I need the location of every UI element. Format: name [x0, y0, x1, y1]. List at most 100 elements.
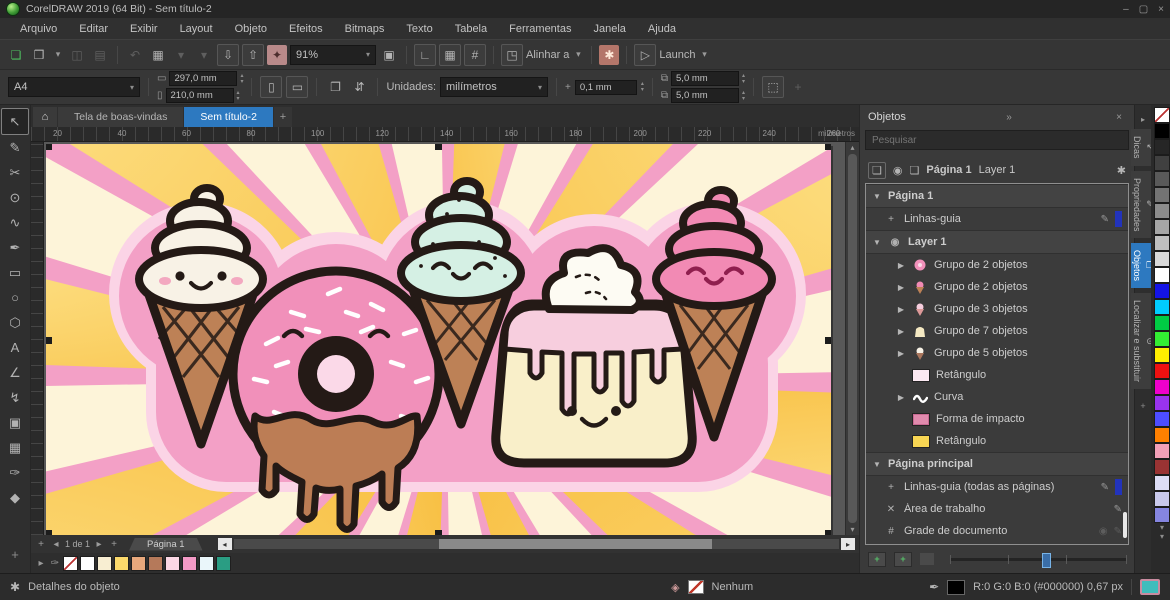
color-swatch[interactable]: [1154, 139, 1170, 155]
canvas-backdrop[interactable]: [44, 142, 845, 535]
color-swatch[interactable]: [1154, 171, 1170, 187]
landscape-orientation-icon[interactable]: ▭: [286, 76, 308, 98]
paste-icon[interactable]: ▦: [148, 45, 168, 65]
tree-row-desktop[interactable]: ✕ Área de trabalho ✎: [866, 498, 1128, 520]
expand-icon[interactable]: ▼: [872, 238, 882, 247]
propbar-add-icon[interactable]: +: [788, 77, 808, 97]
tree-row-rectangle[interactable]: Retângulo: [866, 430, 1128, 452]
show-rulers-icon[interactable]: ∟: [414, 44, 436, 66]
color-swatch[interactable]: [1154, 443, 1170, 459]
tree-row-group[interactable]: ▶ Grupo de 2 objetos: [866, 276, 1128, 298]
horizontal-scrollbar[interactable]: ◂ ▸: [218, 538, 855, 550]
page-width-field[interactable]: 297,0 mm: [169, 71, 237, 86]
menu-objeto[interactable]: Objeto: [225, 21, 277, 37]
next-page-button[interactable]: ▸: [93, 539, 105, 550]
tree-row-document-grid[interactable]: # Grade de documento ◉ ✎: [866, 520, 1128, 542]
edit-pencil-icon[interactable]: ✎: [1114, 504, 1122, 515]
collapse-icon[interactable]: ▶: [896, 349, 906, 358]
width-stepper[interactable]: ▴▾: [240, 73, 243, 85]
transparency-tool[interactable]: ▣: [2, 410, 28, 435]
snap-off-icon[interactable]: ◳: [501, 44, 523, 66]
edit-pencil-icon[interactable]: ✎: [1101, 482, 1109, 493]
menu-editar[interactable]: Editar: [69, 21, 118, 37]
units-combo[interactable]: milímetros ▾: [440, 77, 548, 97]
color-swatch[interactable]: [1154, 379, 1170, 395]
dimension-tool[interactable]: ∠: [2, 360, 28, 385]
page-icon[interactable]: ❏: [909, 164, 919, 177]
eye-icon[interactable]: ◉: [1099, 526, 1108, 537]
vertical-ruler[interactable]: [31, 142, 44, 535]
page-height-field[interactable]: 210,0 mm: [166, 88, 234, 103]
tree-row-rectangle[interactable]: Retângulo: [866, 364, 1128, 386]
horizontal-scroll-thumb[interactable]: [439, 539, 711, 549]
color-swatch[interactable]: [1154, 475, 1170, 491]
objects-search-input[interactable]: [865, 130, 1129, 150]
menu-bitmaps[interactable]: Bitmaps: [335, 21, 395, 37]
collapse-icon[interactable]: ▶: [896, 283, 906, 292]
pick-tool[interactable]: ↖: [1, 108, 29, 135]
nudge-stepper[interactable]: ▴▾: [641, 81, 644, 93]
eye-icon[interactable]: ◉: [888, 237, 902, 248]
freehand-tool[interactable]: ∿: [2, 210, 28, 235]
menu-exibir[interactable]: Exibir: [120, 21, 168, 37]
color-swatch[interactable]: [1154, 251, 1170, 267]
palette-eyedropper-icon[interactable]: ✑: [49, 558, 61, 569]
page-size-combo[interactable]: A4 ▾: [8, 77, 140, 97]
color-swatch[interactable]: [97, 556, 112, 571]
color-swatch[interactable]: [1154, 507, 1170, 523]
current-page-icon[interactable]: ⇵: [349, 77, 369, 97]
layer-visibility-icon[interactable]: ◉: [893, 164, 903, 177]
color-swatch[interactable]: [1154, 363, 1170, 379]
status-gear-icon[interactable]: ✱: [10, 580, 20, 594]
menu-layout[interactable]: Layout: [170, 21, 223, 37]
vertical-scroll-thumb[interactable]: [848, 154, 857, 523]
scroll-right-icon[interactable]: ▸: [841, 538, 855, 550]
connector-tool[interactable]: ↯: [2, 385, 28, 410]
tree-row-page1[interactable]: ▼ Página 1: [866, 184, 1128, 208]
color-swatch[interactable]: [1154, 235, 1170, 251]
expand-icon[interactable]: ▼: [872, 460, 882, 469]
color-swatch[interactable]: [1154, 347, 1170, 363]
tree-row-group[interactable]: ▶ Grupo de 3 objetos: [866, 298, 1128, 320]
menu-texto[interactable]: Texto: [396, 21, 442, 37]
tree-scrollbar-thumb[interactable]: [1123, 512, 1127, 538]
tree-row-layer1[interactable]: ▼ ◉ Layer 1: [866, 230, 1128, 254]
scroll-down-icon[interactable]: ▾: [850, 525, 854, 534]
nudge-field[interactable]: 0,1 mm: [575, 80, 637, 95]
no-color-swatch[interactable]: [63, 556, 78, 571]
welcome-screen-icon[interactable]: ✦: [267, 45, 287, 65]
palette-expand-icon[interactable]: ▾: [1160, 532, 1164, 541]
menu-ferramentas[interactable]: Ferramentas: [499, 21, 581, 37]
color-swatch[interactable]: [199, 556, 214, 571]
previous-page-button[interactable]: ◂: [50, 539, 62, 550]
show-guidelines-icon[interactable]: #: [464, 44, 486, 66]
docker-expand-icon[interactable]: »: [1002, 112, 1016, 123]
zoom-level-combo[interactable]: 91% ▾: [290, 45, 376, 65]
drawing-canvas[interactable]: [46, 144, 831, 535]
slider-handle[interactable]: [1042, 553, 1051, 568]
artistic-media-tool[interactable]: ✒: [2, 235, 28, 260]
print-icon[interactable]: ▤: [90, 45, 110, 65]
tree-row-curve[interactable]: ▶ Curva: [866, 386, 1128, 408]
palette-scroll-down-icon[interactable]: ▾: [1160, 523, 1164, 532]
menu-ajuda[interactable]: Ajuda: [638, 21, 686, 37]
document-color-settings-icon[interactable]: [1140, 579, 1160, 595]
polygon-tool[interactable]: ⬡: [2, 310, 28, 335]
scroll-up-icon[interactable]: ▴: [850, 143, 854, 152]
full-screen-preview-icon[interactable]: ▣: [379, 45, 399, 65]
options-gear-icon[interactable]: ✱: [599, 45, 619, 65]
add-docker-button[interactable]: +: [1139, 394, 1146, 418]
new-layer-icon[interactable]: ❏: [868, 162, 886, 179]
treat-as-filled-icon[interactable]: ⬚: [762, 76, 784, 98]
snap-to-flyout[interactable]: ▾: [572, 45, 584, 65]
color-swatch[interactable]: [1154, 459, 1170, 475]
tree-row-group[interactable]: ▶ Grupo de 2 objetos: [866, 254, 1128, 276]
duplicate-y-field[interactable]: 5,0 mm: [671, 88, 739, 103]
shape-tool[interactable]: ✎: [2, 135, 28, 160]
snap-to-label[interactable]: Alinhar a: [526, 49, 569, 61]
color-swatch[interactable]: [165, 556, 180, 571]
docker-settings-gear-icon[interactable]: ✱: [1117, 164, 1126, 177]
launch-icon[interactable]: ▷: [634, 44, 656, 66]
scroll-left-icon[interactable]: ◂: [218, 538, 232, 550]
close-button[interactable]: ×: [1158, 4, 1164, 15]
